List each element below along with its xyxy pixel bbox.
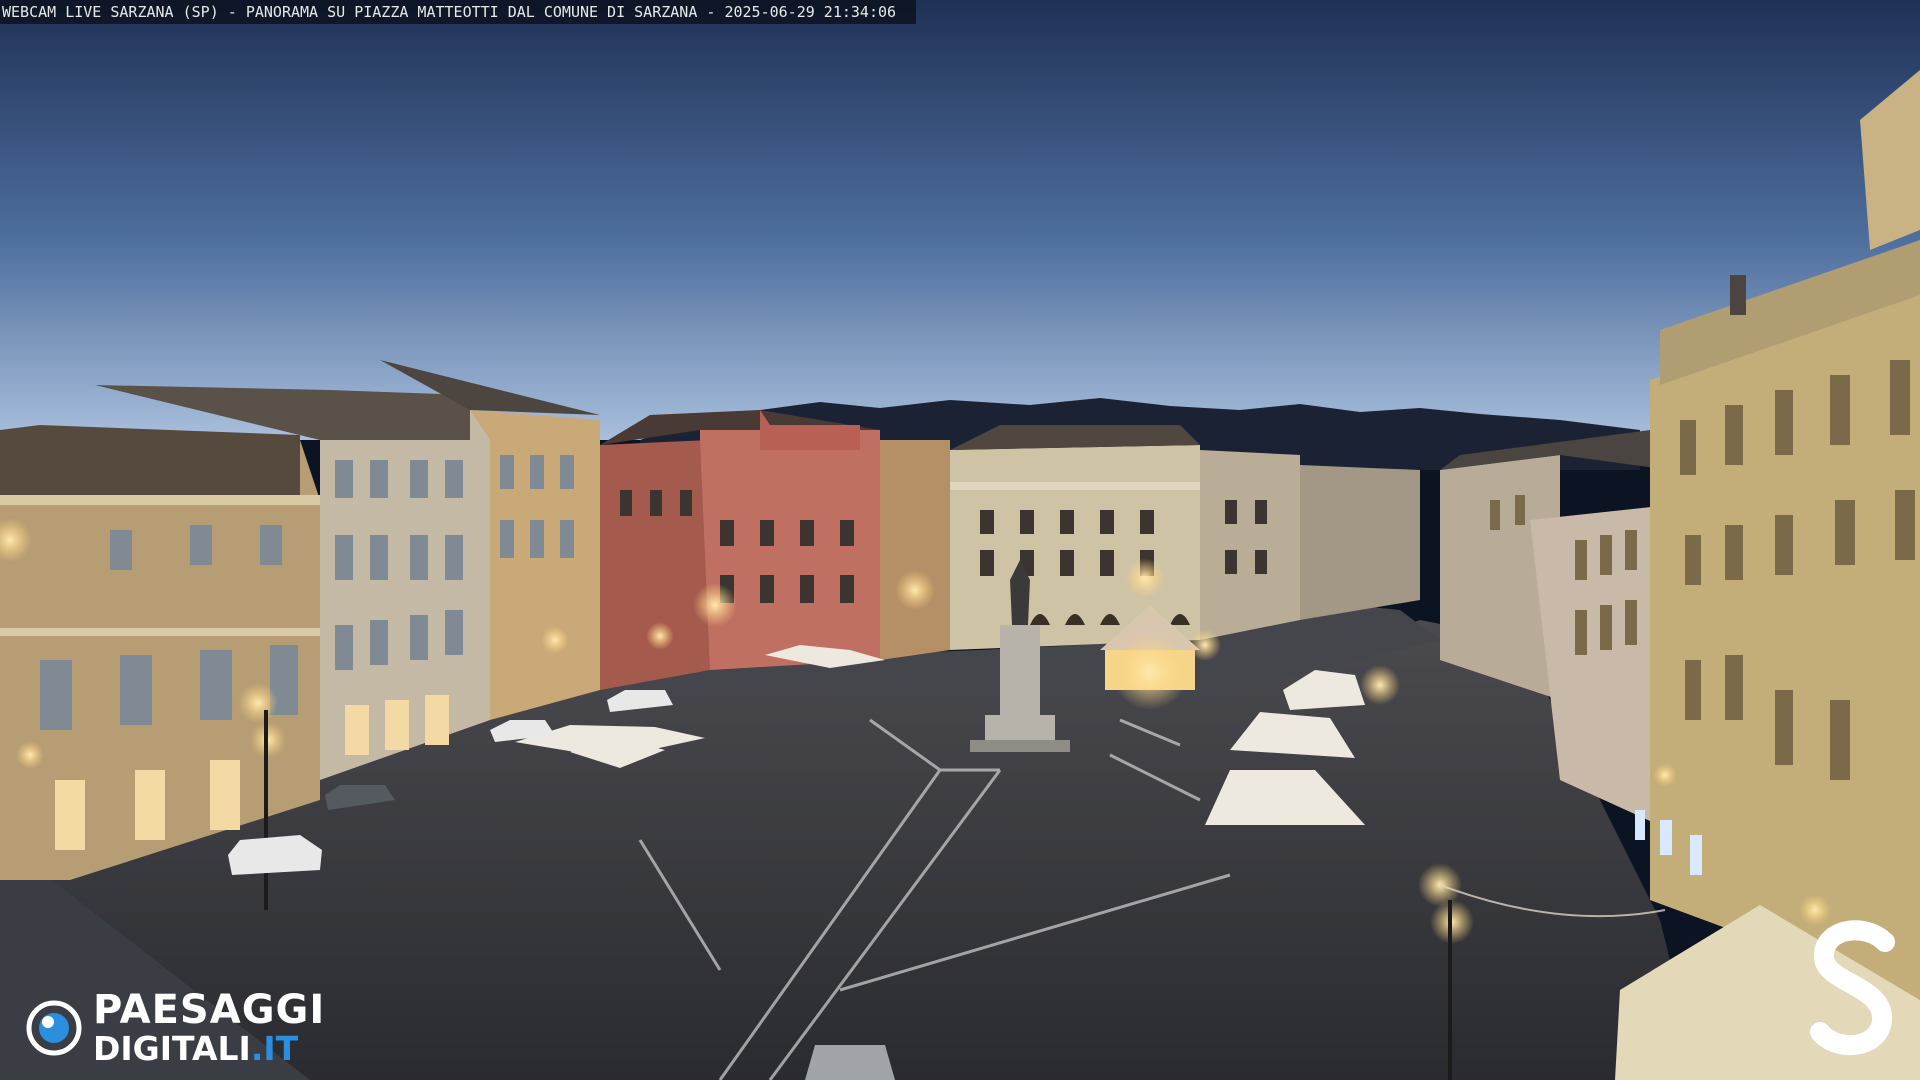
webcam-caption: WEBCAM LIVE SARZANA (SP) - PANORAMA SU P…: [0, 0, 917, 24]
sky: [0, 0, 1920, 440]
logo-digitali-text: DIGITALI: [93, 1029, 251, 1068]
sarzana-s-logo: [1810, 920, 1895, 1055]
logo-line-digitali: DIGITALI.IT: [93, 1032, 325, 1065]
building-center-red: [600, 410, 880, 690]
webcam-scene: [0, 0, 1920, 1080]
logo-it-suffix: .IT: [250, 1029, 299, 1068]
logo-line-paesaggi: PAESAGGI: [93, 987, 326, 1033]
building-center-tan: [880, 440, 950, 660]
paesaggi-digitali-logo: PAESAGGI DIGITALI.IT: [25, 990, 325, 1065]
camera-lens-icon: [26, 1000, 82, 1055]
